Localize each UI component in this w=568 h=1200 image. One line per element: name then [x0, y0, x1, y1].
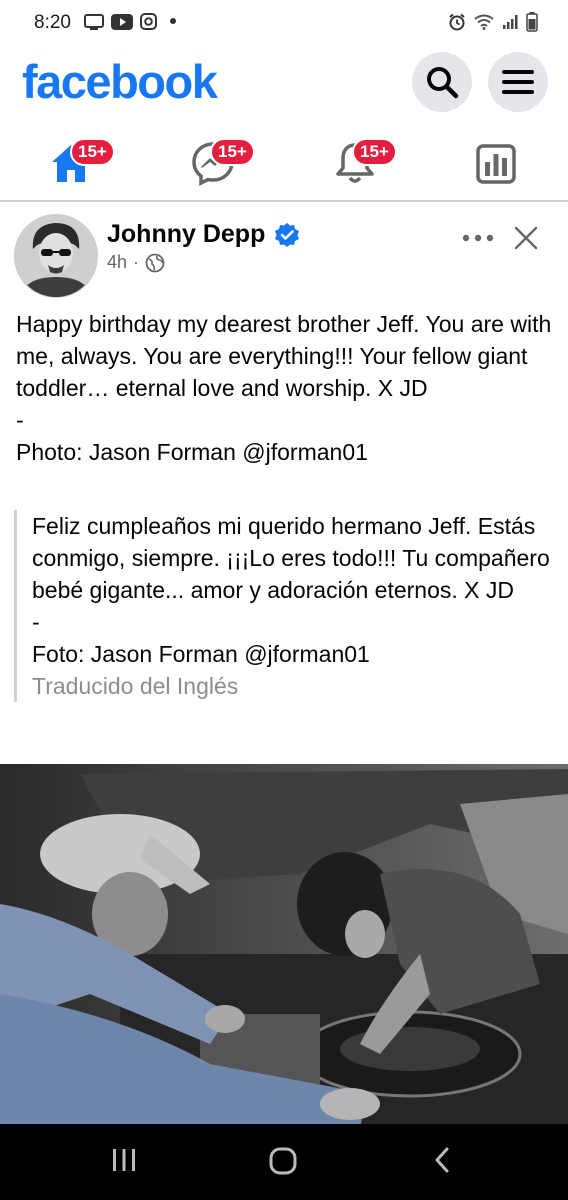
- more-options-button[interactable]: [462, 230, 494, 248]
- nav-messenger[interactable]: 15+: [180, 128, 270, 190]
- messenger-badge: 15+: [210, 138, 255, 166]
- cast-icon: [84, 13, 104, 30]
- search-icon: [427, 67, 459, 99]
- post-meta: 4h ·: [107, 252, 165, 273]
- status-time: 8:20: [34, 12, 71, 33]
- hamburger-icon: [502, 70, 534, 94]
- battery-icon: [526, 12, 538, 32]
- home-system-button[interactable]: [268, 1146, 298, 1181]
- youtube-icon: [111, 13, 133, 30]
- translated-from-note[interactable]: Traducido del Inglés: [32, 670, 568, 702]
- nav-notifications[interactable]: 15+: [322, 128, 412, 190]
- avatar[interactable]: [14, 214, 98, 298]
- author-name[interactable]: Johnny Depp: [107, 220, 265, 249]
- post-text-line: Happy birthday my dearest brother Jeff. …: [16, 311, 552, 401]
- verified-badge-icon: [275, 223, 299, 247]
- post-text-line: -: [16, 407, 24, 433]
- translation-line: Foto: Jason Forman @jforman01: [32, 641, 370, 667]
- wifi-icon: [474, 14, 494, 30]
- post-text: Happy birthday my dearest brother Jeff. …: [16, 308, 556, 468]
- translation-block: Feliz cumpleaños mi querido hermano Jeff…: [14, 510, 568, 702]
- system-navigation-bar: [0, 1124, 568, 1200]
- meta-separator: ·: [133, 252, 140, 272]
- post-photo[interactable]: [0, 764, 568, 1126]
- menu-button[interactable]: [488, 52, 548, 112]
- instagram-icon: [140, 13, 157, 30]
- nav-home[interactable]: 15+: [38, 128, 128, 190]
- recent-apps-icon: [113, 1149, 135, 1171]
- profile-photo: [15, 215, 97, 297]
- translation-line: -: [32, 609, 40, 635]
- home-badge: 15+: [70, 138, 115, 166]
- notifications-badge: 15+: [352, 138, 397, 166]
- post-photo-image: [0, 764, 568, 1126]
- status-bar: 8:20: [0, 0, 568, 46]
- nav-dashboard[interactable]: [464, 128, 554, 190]
- dashboard-icon: [476, 144, 516, 184]
- recent-apps-button[interactable]: [110, 1146, 138, 1179]
- hide-post-button[interactable]: [514, 226, 538, 255]
- close-icon: [514, 226, 538, 250]
- search-button[interactable]: [412, 52, 472, 112]
- facebook-logo[interactable]: facebook: [22, 54, 218, 109]
- alarm-icon: [449, 13, 465, 31]
- top-nav: 15+ 15+ 15+: [0, 122, 568, 202]
- notification-dot: [170, 18, 176, 24]
- back-icon: [435, 1147, 449, 1173]
- translation-line: Feliz cumpleaños mi querido hermano Jeff…: [32, 513, 550, 603]
- post-text-line: Photo: Jason Forman @jforman01: [16, 439, 368, 465]
- app-header: facebook: [0, 50, 568, 118]
- home-circle-icon: [269, 1147, 297, 1175]
- more-icon: [462, 234, 494, 242]
- globe-icon: [145, 253, 165, 272]
- signal-icon: [503, 15, 518, 29]
- post-time[interactable]: 4h: [107, 252, 127, 273]
- back-button[interactable]: [432, 1146, 452, 1179]
